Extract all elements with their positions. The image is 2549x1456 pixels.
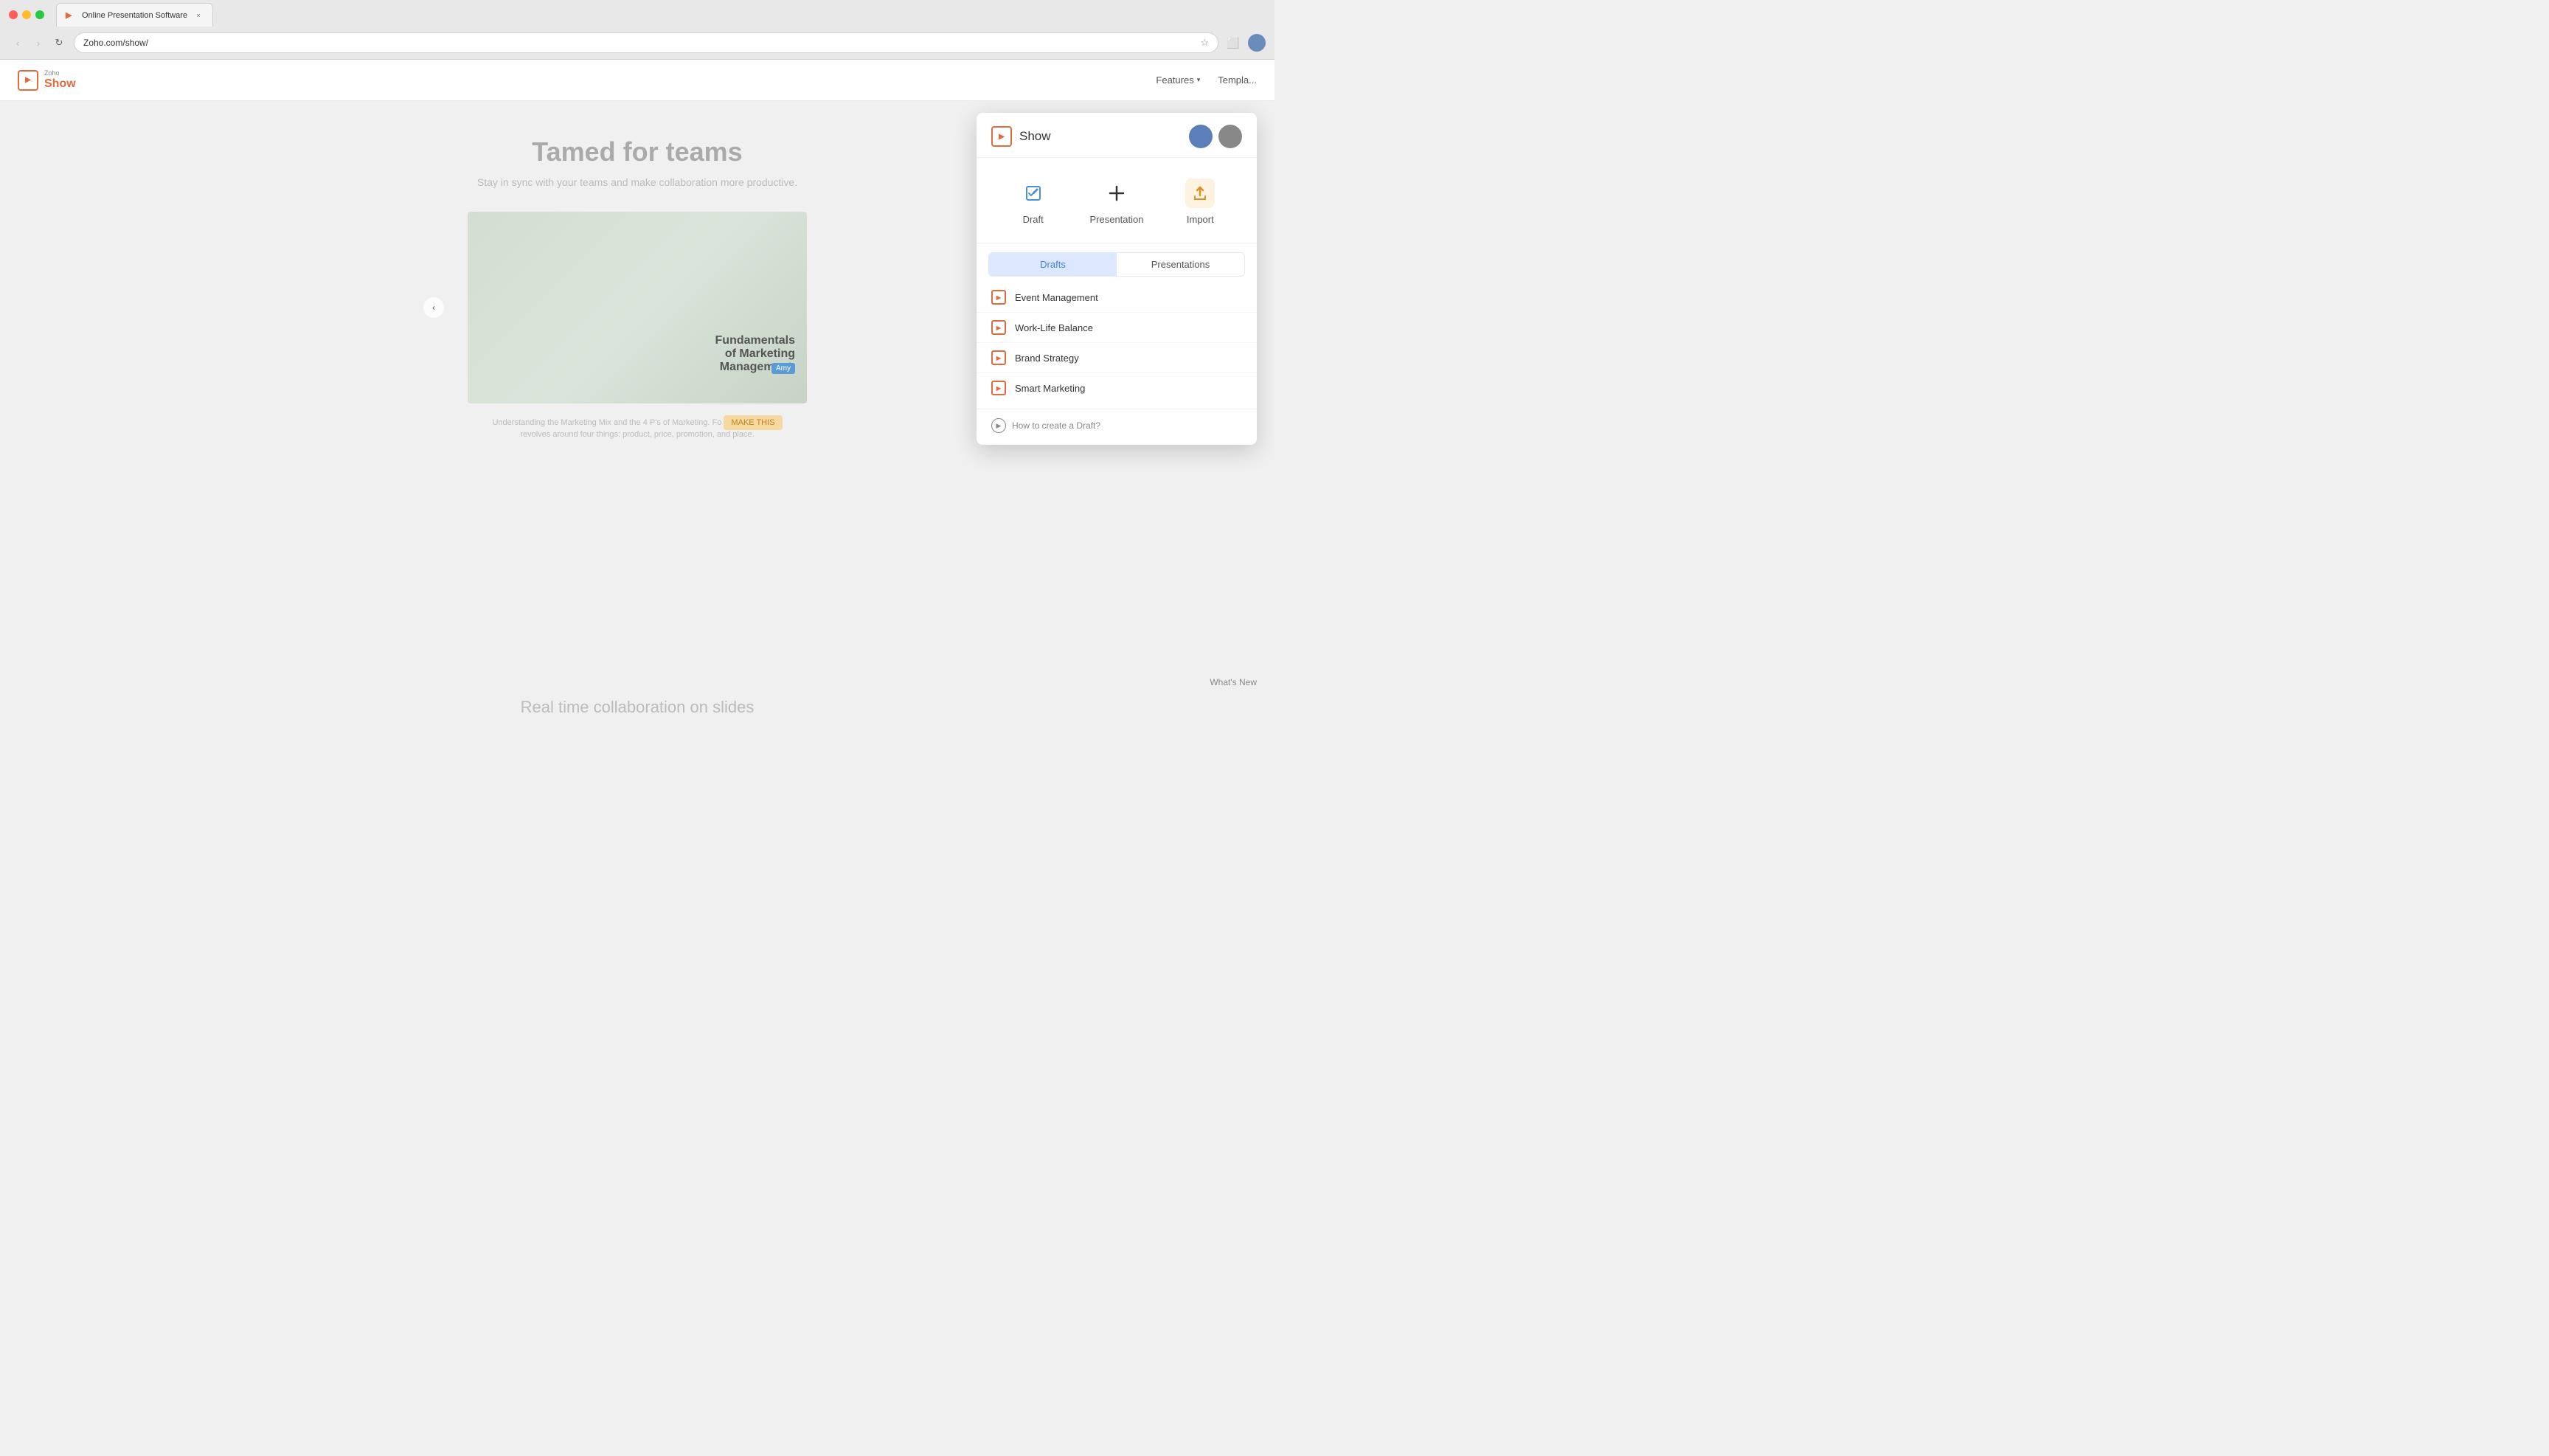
slide-text-line-1: Fundamentals <box>715 334 795 347</box>
tab-title: Online Presentation Software <box>82 11 187 20</box>
maximize-button[interactable] <box>35 10 44 19</box>
list-item[interactable]: ▶ Event Management <box>977 282 1257 313</box>
profile-avatar[interactable] <box>1248 34 1266 52</box>
popup-footer: ▶ How to create a Draft? <box>977 409 1257 445</box>
whats-new-link[interactable]: What's New <box>1210 677 1257 687</box>
minimize-button[interactable] <box>22 10 31 19</box>
slide-text-line-2: of Marketing <box>715 347 795 361</box>
popup-user-avatar[interactable] <box>1189 125 1213 148</box>
import-icon <box>1185 178 1215 208</box>
address-bar-row: ‹ › ↻ Zoho.com/show/ ☆ ⬜ <box>0 30 1274 59</box>
popup-panel: ▶ Show Dr <box>977 113 1257 445</box>
tab-favicon: ▶ <box>66 10 76 21</box>
item-name: Work-Life Balance <box>1015 322 1093 333</box>
chevron-down-icon: ▾ <box>1197 76 1201 84</box>
item-show-icon: ▶ <box>991 290 1006 305</box>
list-item[interactable]: ▶ Work-Life Balance <box>977 313 1257 343</box>
toolbar-right: ⬜ <box>1224 34 1266 52</box>
draft-action-label: Draft <box>1023 214 1044 225</box>
title-bar: ▶ Online Presentation Software × <box>0 0 1274 30</box>
item-show-icon: ▶ <box>991 350 1006 365</box>
tab-bar: ▶ Online Presentation Software × <box>56 3 213 27</box>
avatar-badge: Amy <box>771 363 795 374</box>
how-to-create-link[interactable]: How to create a Draft? <box>1012 420 1100 431</box>
list-item[interactable]: ▶ Brand Strategy <box>977 343 1257 373</box>
forward-button[interactable]: › <box>30 34 47 52</box>
hero-bottom-text-2: revolves around four things: product, pr… <box>520 430 754 439</box>
hero-bottom-text-1: Understanding the Marketing Mix and the … <box>492 418 721 427</box>
logo-area[interactable]: ▶ Zoho Show <box>18 70 76 91</box>
popup-header-right <box>1189 125 1242 148</box>
popup-header: ▶ Show <box>977 113 1257 158</box>
presentation-icon <box>1102 178 1131 208</box>
logo-icon: ▶ <box>18 70 38 91</box>
tab-close-button[interactable]: × <box>193 10 204 21</box>
slide-preview-container: ‹ Fundamentals of Marketing Management. … <box>423 212 851 403</box>
refresh-button[interactable]: ↻ <box>50 34 68 52</box>
item-show-icon: ▶ <box>991 381 1006 395</box>
presentation-action-button[interactable]: Presentation <box>1075 173 1158 231</box>
import-action-label: Import <box>1187 214 1214 225</box>
import-action-button[interactable]: Import <box>1159 173 1242 231</box>
play-circle-icon: ▶ <box>991 418 1006 433</box>
popup-secondary-avatar[interactable] <box>1218 125 1242 148</box>
popup-list: ▶ Event Management ▶ Work-Life Balance ▶… <box>977 277 1257 406</box>
browser-tab[interactable]: ▶ Online Presentation Software × <box>56 3 213 27</box>
slide-leaf-background <box>468 212 807 403</box>
slide-text-overlay: Fundamentals of Marketing Management. Am… <box>715 334 795 374</box>
popup-actions: Draft Presentation <box>977 158 1257 243</box>
popup-tabs: Drafts Presentations <box>988 252 1245 277</box>
bookmark-icon[interactable]: ☆ <box>1200 37 1209 49</box>
nav-buttons: ‹ › ↻ <box>9 34 68 52</box>
slide-preview: Fundamentals of Marketing Management. Am… <box>468 212 807 403</box>
popup-title: Show <box>1019 129 1051 144</box>
traffic-lights <box>9 10 44 19</box>
make-this-button[interactable]: MAKE THIS <box>724 415 782 430</box>
nav-links: Features ▾ Templa... <box>1156 74 1257 86</box>
list-item[interactable]: ▶ Smart Marketing <box>977 373 1257 403</box>
presentations-tab[interactable]: Presentations <box>1117 253 1244 276</box>
nav-features[interactable]: Features ▾ <box>1156 74 1200 86</box>
draft-action-button[interactable]: Draft <box>991 173 1075 231</box>
popup-logo-icon: ▶ <box>991 126 1012 147</box>
item-name: Smart Marketing <box>1015 383 1085 394</box>
main-content: ▶ Zoho Show Features ▾ Templa... Tamed f… <box>0 60 1274 723</box>
presentation-action-label: Presentation <box>1089 214 1143 225</box>
browser-chrome: ▶ Online Presentation Software × ‹ › ↻ Z… <box>0 0 1274 60</box>
nav-features-label: Features <box>1156 74 1193 86</box>
extensions-icon[interactable]: ⬜ <box>1224 34 1242 52</box>
logo-text: Zoho Show <box>44 70 76 90</box>
site-nav: ▶ Zoho Show Features ▾ Templa... <box>0 60 1274 101</box>
item-show-icon: ▶ <box>991 320 1006 335</box>
draft-icon <box>1019 178 1048 208</box>
hero-bottom-text: Understanding the Marketing Mix and the … <box>482 415 792 439</box>
address-bar[interactable]: Zoho.com/show/ ☆ <box>74 32 1218 53</box>
nav-templates-label: Templa... <box>1218 74 1257 86</box>
logo-show: Show <box>44 77 76 91</box>
drafts-tab[interactable]: Drafts <box>989 253 1117 276</box>
address-text: Zoho.com/show/ <box>83 38 148 48</box>
slide-nav-left[interactable]: ‹ <box>423 297 444 318</box>
item-name: Event Management <box>1015 292 1098 303</box>
back-button[interactable]: ‹ <box>9 34 27 52</box>
nav-templates[interactable]: Templa... <box>1218 74 1257 86</box>
logo-zoho: Zoho <box>44 70 76 77</box>
item-name: Brand Strategy <box>1015 353 1079 364</box>
hero-area: Tamed for teams Stay in sync with your t… <box>0 101 1274 723</box>
close-button[interactable] <box>9 10 18 19</box>
section-title: Real time collaboration on slides <box>0 698 1274 717</box>
